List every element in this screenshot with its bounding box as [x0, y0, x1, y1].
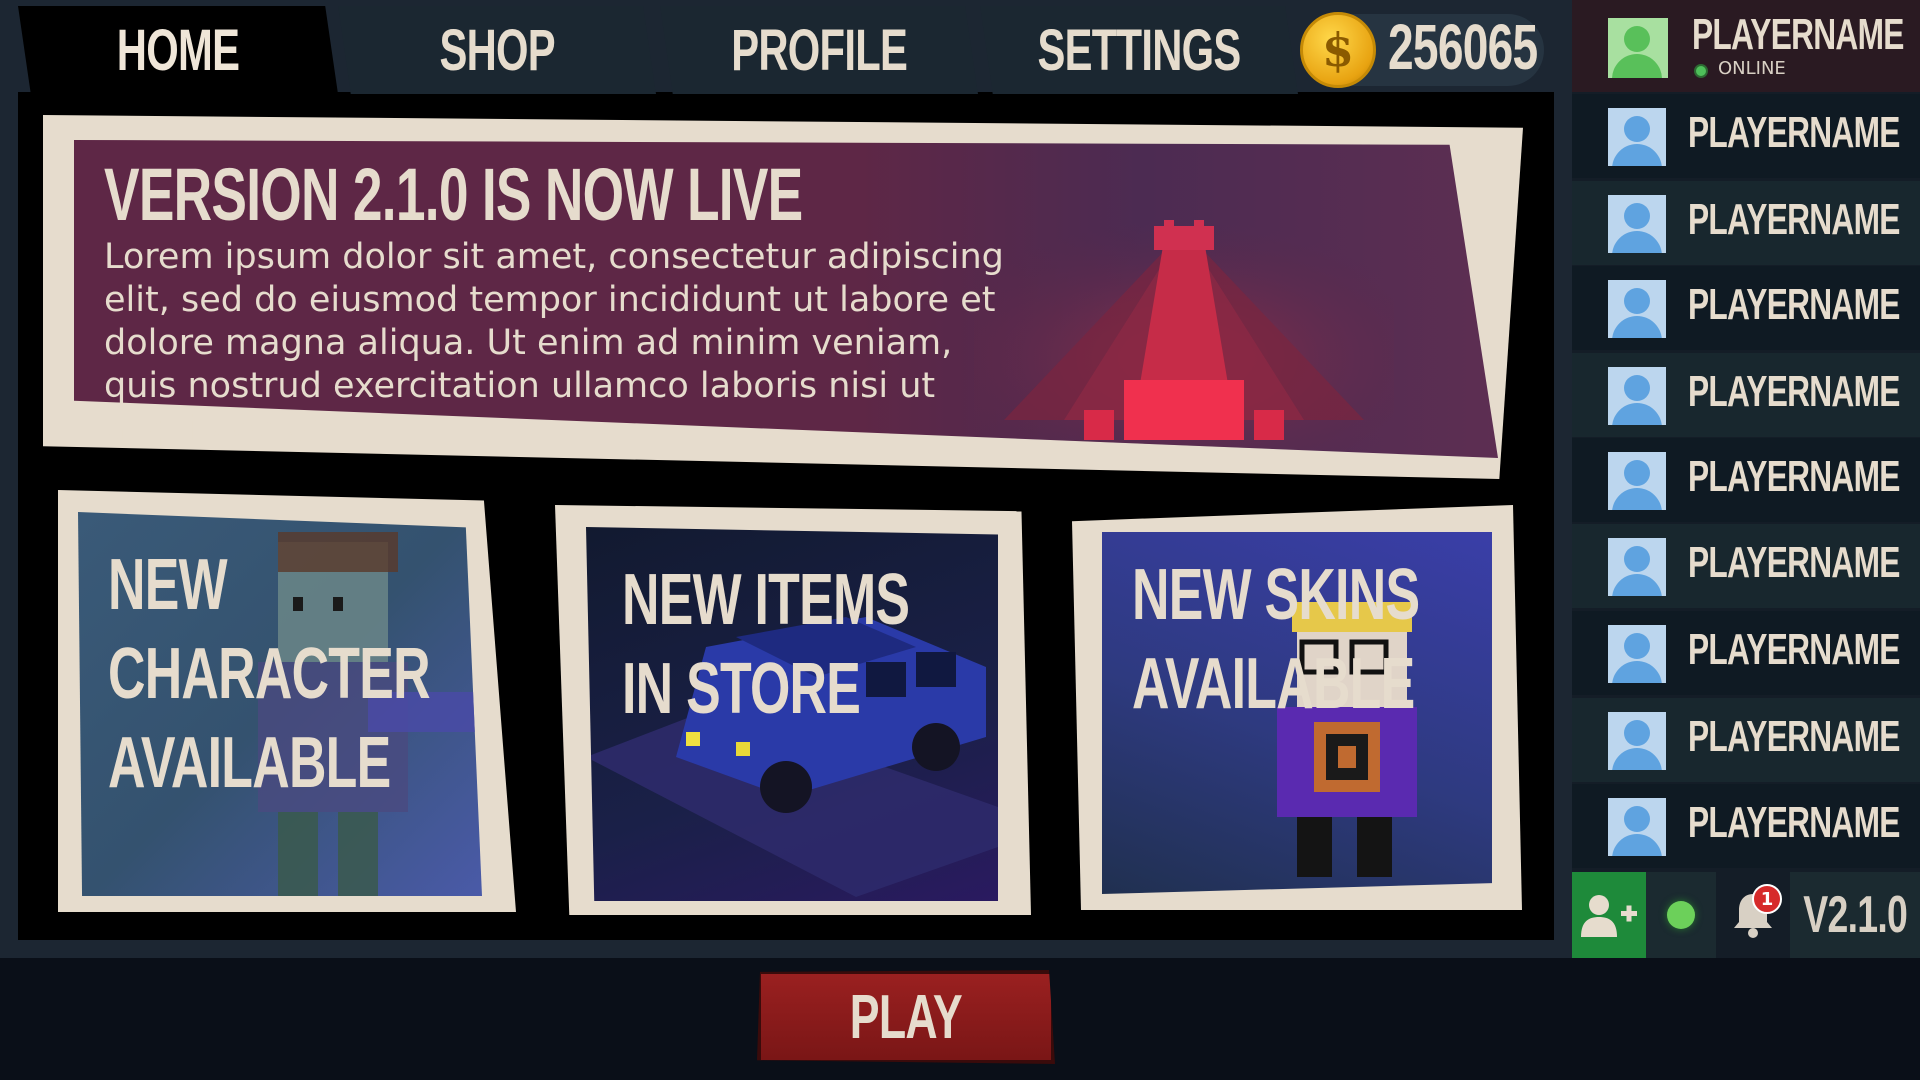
card-title: NEW SKINS AVAILABLE	[1132, 550, 1531, 728]
friend-row[interactable]: PLAYERNAME	[1572, 698, 1920, 782]
tab-shop[interactable]: SHOP	[338, 6, 656, 94]
friend-row[interactable]: PLAYERNAME	[1572, 94, 1920, 178]
friend-row[interactable]: PLAYERNAME	[1572, 438, 1920, 522]
coin-icon: $	[1300, 12, 1376, 88]
avatar	[1608, 538, 1666, 596]
notification-badge: 1	[1752, 884, 1782, 914]
friend-row[interactable]: PLAYERNAME	[1572, 611, 1920, 695]
friend-name: PLAYERNAME	[1688, 712, 1900, 761]
friend-name: PLAYERNAME	[1688, 280, 1900, 329]
notifications-button[interactable]	[1716, 872, 1790, 958]
card-title-line: AVAILABLE	[1132, 644, 1415, 724]
tab-label: HOME	[116, 17, 240, 83]
currency-value: 256065	[1388, 11, 1538, 83]
avatar	[1608, 18, 1668, 78]
friend-name: PLAYERNAME	[1688, 798, 1900, 847]
current-player[interactable]: PLAYERNAME ONLINE	[1572, 0, 1920, 92]
tab-label: SETTINGS	[1037, 17, 1241, 83]
card-title-line: NEW	[108, 545, 228, 625]
play-label: PLAY	[849, 982, 963, 1052]
avatar	[1608, 712, 1666, 770]
card-title-line: CHARACTER	[108, 634, 431, 714]
friend-row[interactable]: PLAYERNAME	[1572, 181, 1920, 265]
card-title: NEW CHARACTER AVAILABLE	[108, 540, 555, 807]
friend-row[interactable]: PLAYERNAME	[1572, 524, 1920, 608]
card-title-line: AVAILABLE	[108, 723, 391, 803]
play-button[interactable]: PLAY	[757, 970, 1055, 1064]
avatar	[1608, 108, 1666, 166]
announcement-title: VERSION 2.1.0 IS NOW LIVE	[104, 153, 803, 236]
online-status-label: ONLINE	[1718, 58, 1786, 79]
version-label: V2.1.0	[1790, 872, 1920, 958]
add-user-icon	[1581, 895, 1637, 937]
avatar	[1608, 452, 1666, 510]
tab-label: SHOP	[439, 17, 555, 83]
card-title-line: NEW SKINS	[1132, 555, 1420, 635]
friend-row[interactable]: PLAYERNAME	[1572, 784, 1920, 868]
tab-home[interactable]: HOME	[18, 6, 338, 94]
friend-row[interactable]: PLAYERNAME	[1572, 266, 1920, 350]
friend-name: PLAYERNAME	[1688, 108, 1900, 157]
add-friend-button[interactable]	[1572, 872, 1646, 958]
tab-label: PROFILE	[731, 17, 908, 83]
tab-settings[interactable]: SETTINGS	[980, 6, 1298, 94]
card-title-line: NEW ITEMS	[622, 560, 910, 640]
friend-name: PLAYERNAME	[1688, 625, 1900, 674]
card-title: NEW ITEMS IN STORE	[622, 555, 1021, 733]
announcement-body: Lorem ipsum dolor sit amet, consectetur …	[104, 237, 1004, 449]
avatar	[1608, 280, 1666, 338]
friend-name: PLAYERNAME	[1688, 538, 1900, 587]
friend-name: PLAYERNAME	[1688, 452, 1900, 501]
avatar	[1608, 367, 1666, 425]
avatar	[1608, 625, 1666, 683]
temple-illustration	[974, 220, 1394, 450]
online-status-toggle[interactable]	[1646, 872, 1716, 958]
version-text: V2.1.0	[1803, 886, 1908, 944]
coin-symbol: $	[1321, 23, 1354, 77]
online-status-icon	[1694, 64, 1708, 78]
avatar	[1608, 798, 1666, 856]
friend-name: PLAYERNAME	[1688, 195, 1900, 244]
current-player-name: PLAYERNAME	[1692, 10, 1904, 59]
tab-profile[interactable]: PROFILE	[660, 6, 978, 94]
avatar	[1608, 195, 1666, 253]
card-title-line: IN STORE	[622, 649, 861, 729]
friend-row[interactable]: PLAYERNAME	[1572, 353, 1920, 437]
status-dot-icon	[1667, 901, 1695, 929]
friend-name: PLAYERNAME	[1688, 367, 1900, 416]
